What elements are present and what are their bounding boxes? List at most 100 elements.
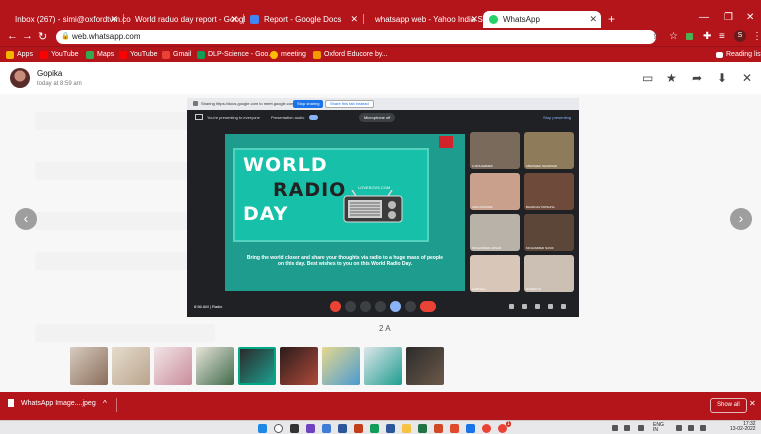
viewer-header: Gopika today at 8:59 am ▭ ★ ➦ ⬇ ✕ [0, 62, 761, 94]
bookmark-oxford-educore[interactable]: Oxford Educore by... [313, 49, 388, 61]
present-icon [390, 301, 401, 312]
store-icon[interactable] [322, 424, 331, 433]
classroom-icon [197, 51, 205, 59]
info-icon [509, 304, 514, 309]
media-thumbnail[interactable] [322, 347, 360, 385]
bookmark-dlp-science[interactable]: DLP-Science - Goo... [197, 49, 274, 61]
app-icon[interactable] [466, 424, 475, 433]
tab-yahoo-search[interactable]: whatsapp web - Yahoo India Sea ✕ [364, 11, 492, 28]
excel-icon[interactable] [418, 424, 427, 433]
slide-title-line-2: RADIO [273, 179, 347, 201]
address-bar[interactable]: 🔒 web.whatsapp.com ⇪ [56, 30, 659, 44]
download-icon[interactable]: ⬇ [717, 71, 727, 85]
back-icon[interactable]: ← [7, 30, 18, 42]
file-explorer-icon[interactable] [402, 424, 411, 433]
ghost-row [35, 324, 215, 342]
media-thumbnail[interactable] [406, 347, 444, 385]
media-caption: 2 A [379, 324, 391, 333]
close-tab-icon[interactable]: ✕ [589, 11, 597, 28]
more-options-icon [405, 301, 416, 312]
language-indicator[interactable]: ENG IN [653, 423, 664, 433]
extension-icon[interactable] [686, 33, 693, 40]
close-tab-icon[interactable]: ✕ [110, 11, 118, 28]
onedrive-icon[interactable] [624, 425, 630, 431]
forward-icon[interactable]: → [22, 30, 33, 42]
tab-whatsapp[interactable]: WhatsApp ✕ [483, 11, 601, 28]
share-page-icon[interactable]: ⇪ [652, 30, 659, 44]
close-tab-icon[interactable]: ✕ [350, 11, 358, 28]
powerpoint-icon[interactable] [434, 424, 443, 433]
close-icon[interactable]: ✕ [742, 71, 752, 85]
close-download-shelf-icon[interactable]: ✕ [749, 399, 756, 408]
next-media-button[interactable]: › [730, 208, 752, 230]
bookmark-gmail[interactable]: Gmail [162, 49, 191, 61]
bookmark-apps[interactable]: Apps [6, 49, 33, 61]
wifi-icon[interactable] [676, 425, 682, 431]
media-thumbnail[interactable] [196, 347, 234, 385]
raise-hand-icon [375, 301, 386, 312]
go-to-message-icon[interactable]: ▭ [642, 71, 653, 85]
outlook-icon[interactable] [386, 424, 395, 433]
avatar[interactable] [10, 68, 30, 88]
bookmark-youtube-2[interactable]: YouTube [119, 49, 158, 61]
office-icon[interactable] [354, 424, 363, 433]
download-item[interactable]: WhatsApp Image....jpeg [8, 399, 96, 407]
bookmark-star-icon[interactable]: ☆ [669, 31, 678, 42]
forward-icon[interactable]: ➦ [692, 71, 702, 85]
media-thumbnail-selected[interactable] [238, 347, 276, 385]
close-tab-icon[interactable]: ✕ [470, 11, 478, 28]
chrome-icon[interactable] [482, 424, 491, 433]
oxford-icon [313, 51, 321, 59]
word-icon[interactable] [338, 424, 347, 433]
tray-chevron-icon[interactable] [612, 425, 618, 431]
media-thumbnail[interactable] [364, 347, 402, 385]
participant-name: BHARGAV KRISHNA [526, 205, 555, 209]
app-icon[interactable] [450, 424, 459, 433]
media-thumbnail[interactable] [70, 347, 108, 385]
tray-app-icon[interactable] [638, 425, 644, 431]
language-region: IN [653, 427, 658, 433]
sheets-icon[interactable] [370, 424, 379, 433]
stop-presenting-link: Stop presenting [543, 115, 572, 120]
participant-name: ANIA FATHIMA [472, 205, 493, 209]
bookmark-youtube[interactable]: YouTube [40, 49, 79, 61]
search-icon[interactable] [274, 424, 283, 433]
start-icon[interactable] [258, 424, 267, 433]
bookmark-maps[interactable]: Maps [86, 49, 114, 61]
bookmark-meeting[interactable]: meeting [270, 49, 306, 61]
battery-icon[interactable] [700, 425, 706, 431]
close-tab-icon[interactable]: ✕ [230, 11, 238, 28]
tab-gmail[interactable]: Inbox (267) - simi@oxfordtvm.co ✕ [4, 11, 131, 28]
bookmark-label: Gmail [173, 51, 192, 58]
media-thumbnail[interactable] [154, 347, 192, 385]
sharing-bar: Sharing https://docs.google.com to meet.… [187, 98, 579, 110]
profile-avatar[interactable]: S [734, 30, 746, 42]
tab-docs-report[interactable]: Report - Google Docs ✕ [244, 11, 362, 28]
media-thumbnail[interactable] [280, 347, 318, 385]
volume-icon[interactable] [688, 425, 694, 431]
clock-date: 13-02-2022 [730, 426, 756, 432]
widgets-icon[interactable] [306, 424, 315, 433]
tab-sheets-report[interactable]: World raduo day report - Googl ✕ [124, 11, 245, 28]
minimize-icon[interactable]: — [699, 12, 709, 23]
star-icon[interactable]: ★ [666, 71, 677, 85]
download-filename: WhatsApp Image....jpeg [21, 399, 96, 407]
meeting-time-label: 8:56 AM | Radio [194, 304, 223, 309]
new-tab-button[interactable]: + [608, 12, 615, 26]
url-text: web.whatsapp.com [72, 32, 141, 41]
media-queue-icon[interactable]: ≡ [719, 31, 725, 42]
task-view-icon[interactable] [290, 424, 299, 433]
reload-icon[interactable]: ↻ [38, 30, 47, 43]
download-options-chevron-icon[interactable]: ^ [103, 399, 107, 408]
bookmarks-bar: Apps YouTube Maps YouTube Gmail DLP-Scie… [0, 46, 761, 62]
clock[interactable]: 17:32 13-02-2022 [730, 422, 756, 432]
docs-icon [250, 15, 259, 24]
window-close-icon[interactable]: ✕ [746, 12, 754, 23]
reading-list[interactable]: Reading list [716, 49, 761, 61]
extensions-puzzle-icon[interactable]: ✚ [703, 31, 711, 42]
show-all-button[interactable]: Show all [710, 398, 747, 413]
menu-dots-icon[interactable]: ⋮ [752, 31, 761, 42]
previous-media-button[interactable]: ‹ [15, 208, 37, 230]
media-thumbnail[interactable] [112, 347, 150, 385]
restore-icon[interactable]: ❐ [724, 12, 733, 23]
